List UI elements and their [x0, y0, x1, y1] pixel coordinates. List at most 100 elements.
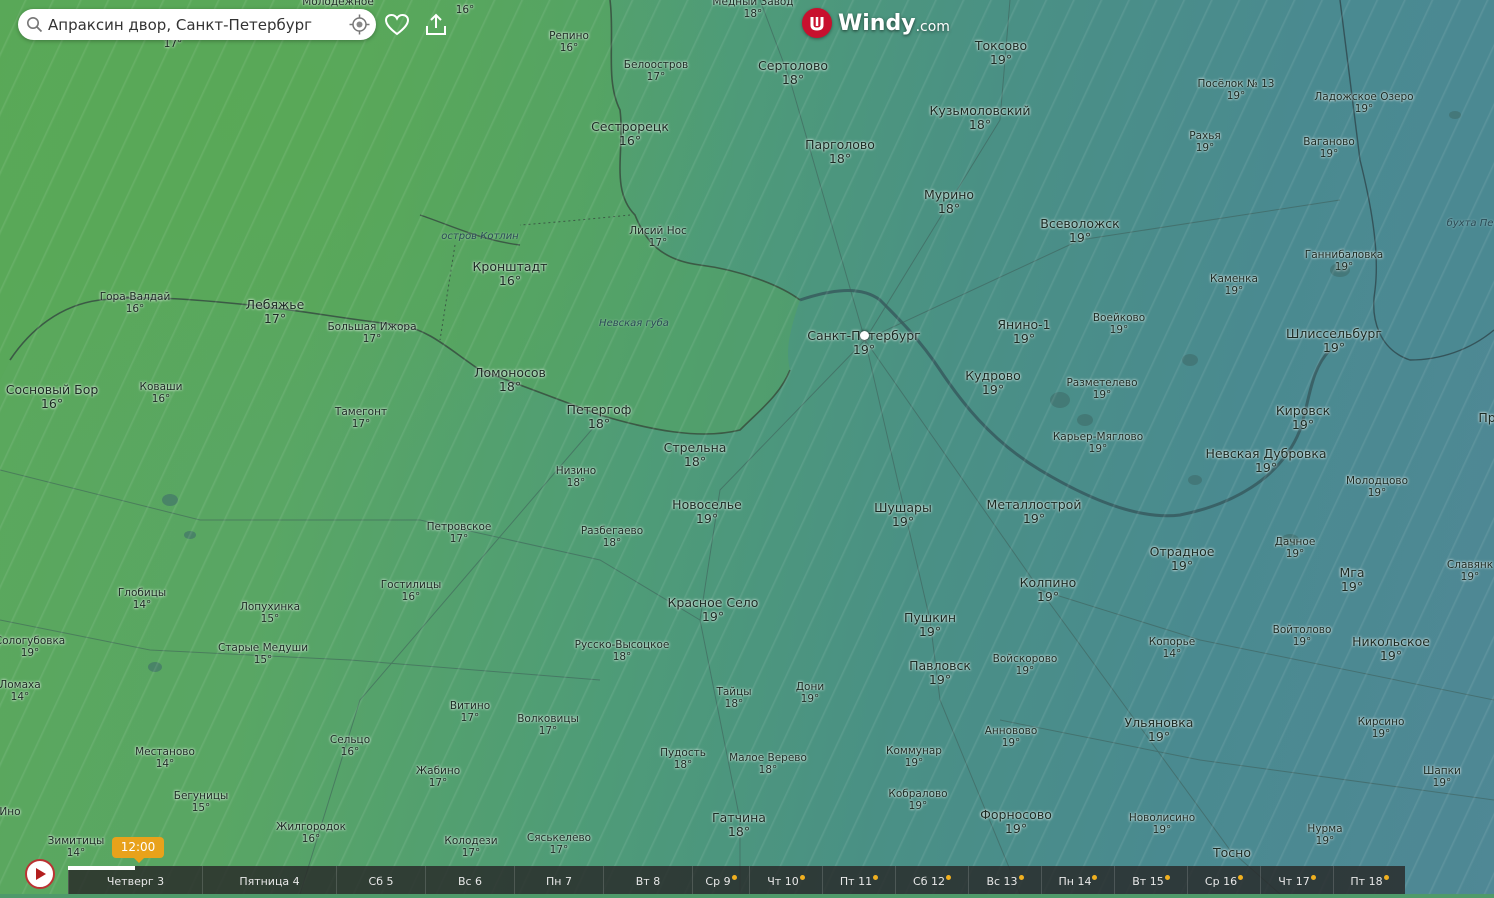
- timeline-day[interactable]: Чт 10: [749, 866, 822, 894]
- city-label[interactable]: Павловск 19°: [909, 658, 971, 688]
- city-label[interactable]: Малое Верево 18°: [729, 752, 807, 776]
- city-label[interactable]: Коваши 16°: [140, 381, 183, 405]
- city-label[interactable]: Русско-Высоцкое 18°: [575, 639, 670, 663]
- city-label[interactable]: Дони 19°: [796, 681, 824, 705]
- city-label[interactable]: Токсово 19°: [975, 38, 1027, 68]
- city-label[interactable]: Пушкин 19°: [904, 610, 956, 640]
- city-label[interactable]: Посёлок № 13 19°: [1198, 78, 1275, 102]
- timeline-day[interactable]: Пт 18: [1333, 866, 1405, 894]
- timeline-day[interactable]: Чт 17: [1260, 866, 1333, 894]
- city-label[interactable]: Всеволожск 19°: [1040, 216, 1119, 246]
- city-label[interactable]: Шлиссельбург 19°: [1286, 326, 1382, 356]
- city-label[interactable]: Ломаха 14°: [0, 679, 41, 703]
- city-label[interactable]: Разбегаево 18°: [581, 525, 643, 549]
- play-button[interactable]: [25, 859, 55, 889]
- city-label[interactable]: Витино 17°: [450, 700, 490, 724]
- city-label[interactable]: Лисий Нос 17°: [629, 225, 687, 249]
- city-label[interactable]: Кировск 19°: [1276, 403, 1330, 433]
- city-label[interactable]: Лопухинка 15°: [240, 601, 300, 625]
- city-label[interactable]: Невская Дубровка 19°: [1205, 446, 1326, 476]
- city-label[interactable]: Тайцы 18°: [716, 686, 751, 710]
- share-icon[interactable]: [423, 12, 449, 38]
- city-label[interactable]: Зимитицы 14°: [48, 835, 105, 859]
- city-label[interactable]: Нурма 19°: [1307, 823, 1342, 847]
- city-label[interactable]: Воейково 19°: [1093, 312, 1145, 336]
- city-label[interactable]: Сестрорецк 16°: [591, 119, 669, 149]
- city-label[interactable]: Жабино 17°: [416, 765, 460, 789]
- city-label[interactable]: Сельцо 16°: [330, 734, 370, 758]
- city-label[interactable]: Гора-Валдай 16°: [100, 291, 171, 315]
- city-label[interactable]: Войтолово 19°: [1273, 624, 1332, 648]
- city-label[interactable]: Красное Село 19°: [668, 595, 759, 625]
- timeline-day[interactable]: Ср 9: [692, 866, 749, 894]
- city-label[interactable]: Гатчина 18°: [712, 810, 766, 840]
- city-label[interactable]: Петровское 17°: [427, 521, 492, 545]
- windy-logo[interactable]: Windy .com: [802, 7, 950, 39]
- city-label[interactable]: Ино: [0, 806, 21, 818]
- city-label[interactable]: Отрадное 19°: [1150, 544, 1215, 574]
- city-label[interactable]: Славянк 19°: [1447, 559, 1493, 583]
- city-label[interactable]: Пр: [1478, 410, 1494, 425]
- city-label[interactable]: Рахья 19°: [1189, 130, 1221, 154]
- city-label[interactable]: Репино 16°: [549, 30, 589, 54]
- city-label[interactable]: Молодцово 19°: [1346, 475, 1408, 499]
- city-label[interactable]: Никольское 19°: [1352, 634, 1430, 664]
- city-label[interactable]: Ульяновка 19°: [1125, 715, 1194, 745]
- city-label[interactable]: Анновово 19°: [985, 725, 1038, 749]
- city-label[interactable]: Жилгородок 16°: [276, 821, 346, 845]
- city-label[interactable]: Шушары 19°: [874, 500, 932, 530]
- city-label[interactable]: Мга 19°: [1339, 565, 1364, 595]
- city-label[interactable]: Тамегонт 17°: [335, 406, 387, 430]
- heart-icon[interactable]: [384, 12, 410, 38]
- city-label[interactable]: Низино 18°: [556, 465, 596, 489]
- city-label[interactable]: Кронштадт 16°: [473, 259, 548, 289]
- city-label[interactable]: Разметелево 19°: [1066, 377, 1137, 401]
- timeline-day[interactable]: Сб 12: [895, 866, 968, 894]
- city-label[interactable]: Молодёжное: [302, 0, 374, 8]
- city-label[interactable]: Карьер-Мяглово 19°: [1053, 431, 1143, 455]
- city-label[interactable]: Кудрово 19°: [965, 368, 1021, 398]
- city-label[interactable]: Колодези 17°: [444, 835, 497, 859]
- city-label[interactable]: Колпино 19°: [1020, 575, 1077, 605]
- city-label[interactable]: Новоселье 19°: [672, 497, 742, 527]
- timeline-current-time[interactable]: 12:00: [112, 837, 164, 863]
- timeline-day[interactable]: Четверг 3: [68, 866, 202, 894]
- city-label[interactable]: Каменка 19°: [1210, 273, 1258, 297]
- search-bar[interactable]: [18, 9, 376, 40]
- city-label[interactable]: Белоостров 17°: [624, 59, 688, 83]
- city-label[interactable]: Ганнибаловка 19°: [1305, 249, 1383, 273]
- timeline-day[interactable]: Пн 14: [1041, 866, 1114, 894]
- city-label[interactable]: Шапки 19°: [1423, 765, 1461, 789]
- city-label[interactable]: Парголово 18°: [805, 137, 875, 167]
- city-label[interactable]: Мурино 18°: [924, 187, 974, 217]
- city-label[interactable]: Глобицы 14°: [118, 587, 166, 611]
- city-label[interactable]: Кирсино 19°: [1358, 716, 1405, 740]
- timeline-day[interactable]: Вс 13: [968, 866, 1041, 894]
- city-label[interactable]: Старые Медуши 15°: [218, 642, 308, 666]
- city-label[interactable]: Ваганово 19°: [1303, 136, 1355, 160]
- timeline-day[interactable]: Пт 11: [822, 866, 895, 894]
- timeline-day[interactable]: Пн 7: [514, 866, 603, 894]
- city-label[interactable]: Сяськелево 17°: [527, 832, 591, 856]
- city-label[interactable]: Бегуницы 15°: [174, 790, 229, 814]
- city-label[interactable]: Лебяжье 17°: [246, 297, 305, 327]
- city-label[interactable]: Гостилицы 16°: [381, 579, 442, 603]
- city-label[interactable]: Дачное 19°: [1275, 536, 1316, 560]
- search-input[interactable]: [46, 13, 340, 37]
- city-label[interactable]: Большая Ижора 17°: [327, 321, 416, 345]
- city-label[interactable]: Петергоф 18°: [567, 402, 632, 432]
- city-label[interactable]: Пудость 18°: [660, 747, 706, 771]
- city-label[interactable]: Сологубовка 19°: [0, 635, 65, 659]
- timeline-day[interactable]: Пятница 4: [202, 866, 336, 894]
- city-label[interactable]: Местаново 14°: [135, 746, 195, 770]
- city-label[interactable]: 16°: [456, 4, 475, 16]
- city-label[interactable]: Сосновый Бор 16°: [6, 382, 99, 412]
- city-label[interactable]: Ладожское Озеро 19°: [1314, 91, 1413, 115]
- city-label[interactable]: Стрельна 18°: [664, 440, 727, 470]
- city-label[interactable]: Тосно: [1213, 845, 1251, 860]
- city-label[interactable]: Кузьмоловский 18°: [929, 103, 1030, 133]
- city-label[interactable]: Янино-1 19°: [997, 317, 1050, 347]
- city-label[interactable]: Металлострой 19°: [987, 497, 1082, 527]
- timeline-day[interactable]: Вс 6: [425, 866, 514, 894]
- timeline-day[interactable]: Вт 8: [603, 866, 692, 894]
